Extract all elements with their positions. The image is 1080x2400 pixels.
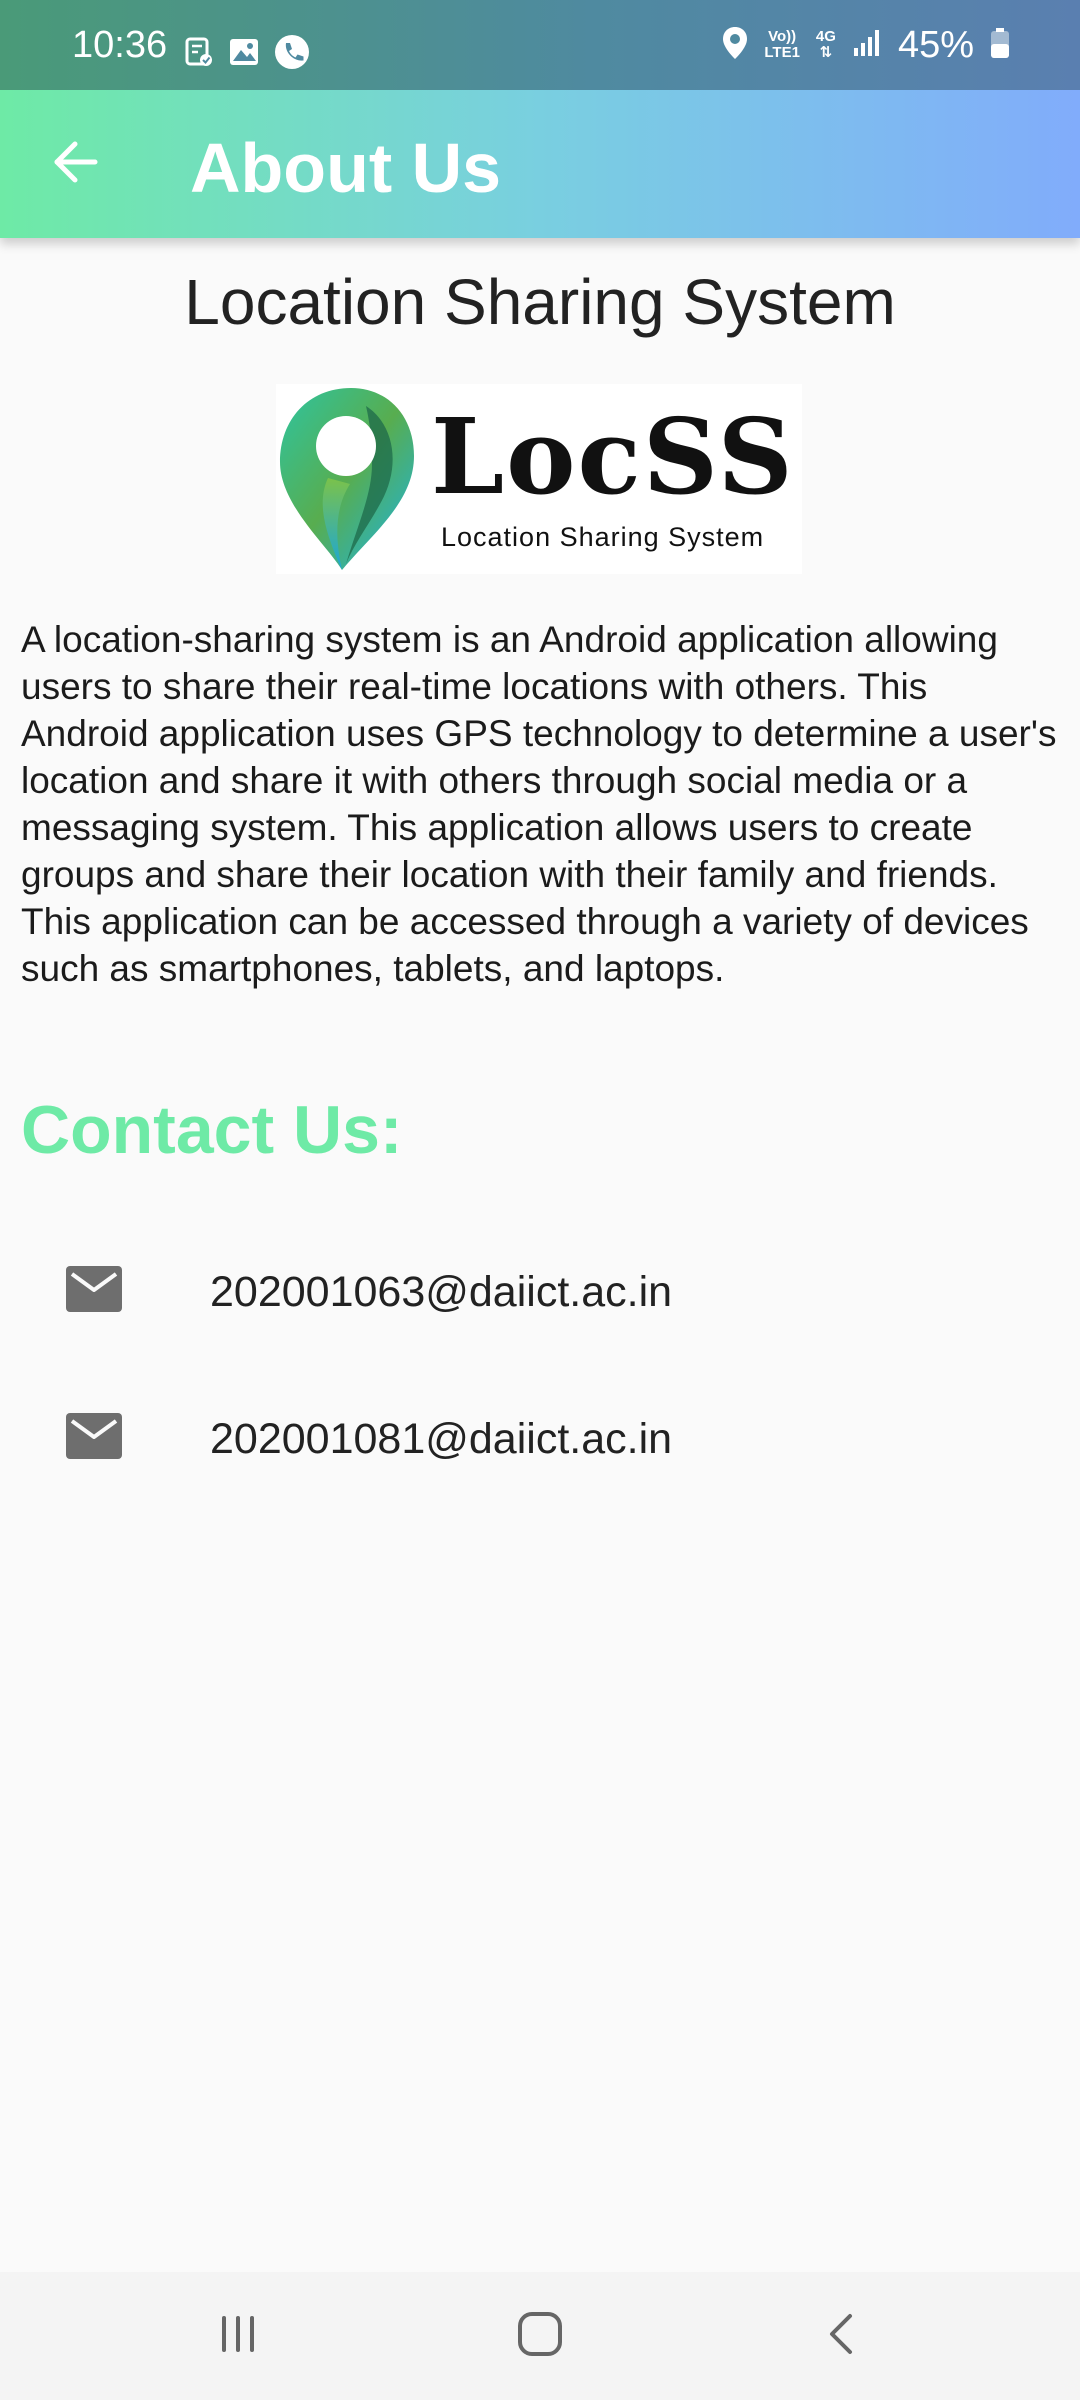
logo-wordmark: LocSS — [431, 395, 795, 518]
email-icon — [66, 1413, 122, 1459]
volte-label-bottom: LTE1 — [764, 44, 800, 61]
locss-logo: LocSS Location Sharing System — [276, 384, 802, 574]
network-type-label: 4G — [815, 28, 836, 45]
status-notification-icons — [184, 34, 310, 75]
location-pin-logo-icon — [280, 388, 414, 570]
network-type-icon: 4G ⇅ — [816, 29, 836, 61]
contact-us-heading: Contact Us: — [21, 1092, 403, 1168]
signal-icon — [852, 28, 882, 63]
status-system-icons: Vo)) LTE1 4G ⇅ 45% — [722, 22, 1010, 68]
data-arrows-icon: ⇅ — [819, 44, 833, 61]
recents-icon — [216, 2312, 260, 2361]
logo-tagline: Location Sharing System — [441, 522, 765, 552]
contact-email[interactable]: 202001063@daiict.ac.in — [210, 1266, 672, 1318]
recents-button[interactable] — [178, 2296, 298, 2376]
back-button[interactable] — [30, 134, 120, 194]
volte-label-top: Vo)) — [768, 28, 797, 45]
volte-icon: Vo)) LTE1 — [764, 29, 800, 61]
contact-email[interactable]: 202001081@daiict.ac.in — [210, 1413, 672, 1465]
page-title: About Us — [190, 129, 502, 207]
email-icon — [66, 1266, 122, 1312]
nav-back-button[interactable] — [782, 2296, 902, 2376]
status-time: 10:36 — [72, 24, 168, 66]
top-gradient-header: 10:36 Vo)) LTE1 4G ⇅ 45% About Us — [0, 0, 1080, 238]
contact-item[interactable]: 202001081@daiict.ac.in — [0, 1377, 1080, 1497]
phone-icon — [274, 34, 310, 75]
clipboard-check-icon — [184, 36, 214, 73]
app-description: A location-sharing system is an Android … — [21, 619, 1057, 989]
contact-item[interactable]: 202001063@daiict.ac.in — [0, 1230, 1080, 1350]
about-us-screen: 10:36 Vo)) LTE1 4G ⇅ 45% About Us Locati… — [0, 0, 1080, 2400]
location-pin-icon — [722, 26, 748, 65]
app-name-heading: Location Sharing System — [184, 266, 896, 338]
home-button[interactable] — [480, 2296, 600, 2376]
app-bar: About Us — [0, 90, 1080, 238]
home-icon — [516, 2310, 564, 2363]
arrow-back-icon — [51, 140, 99, 189]
image-icon — [228, 37, 260, 72]
system-navigation-bar — [0, 2272, 1080, 2400]
status-bar: 10:36 Vo)) LTE1 4G ⇅ 45% — [0, 0, 1080, 90]
battery-percentage: 45% — [897, 24, 974, 66]
back-icon — [822, 2310, 862, 2363]
battery-icon — [990, 27, 1010, 64]
